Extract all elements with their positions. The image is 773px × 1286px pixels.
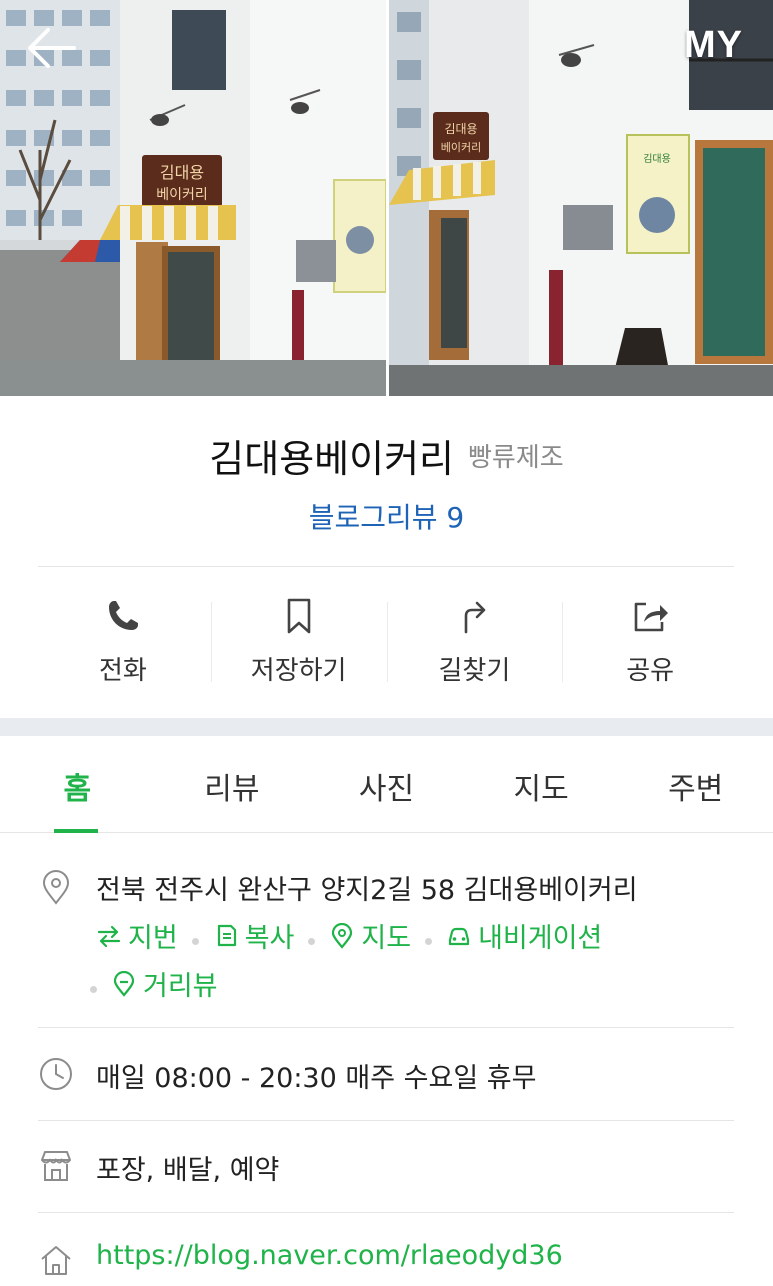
place-title-row: 김대용베이커리 빵류제조 [0, 428, 773, 483]
copy-link[interactable]: 복사 [213, 916, 295, 955]
bookmark-icon [287, 598, 310, 634]
my-button[interactable]: MY [684, 24, 743, 67]
svg-text:김대용: 김대용 [444, 122, 477, 136]
back-arrow-icon [28, 28, 76, 68]
website-link[interactable]: https://blog.naver.com/rlaeodyd36 [96, 1240, 563, 1271]
tab-bar: 홈 리뷰 사진 지도 주변 [0, 736, 773, 833]
street-view-label: 거리뷰 [143, 971, 218, 1002]
hours-section: 매일 08:00 - 20:30 매주 수요일 휴무 [38, 1052, 734, 1102]
separator-dot [308, 937, 316, 945]
separator-dot [425, 937, 433, 945]
street-view-icon [113, 970, 135, 997]
save-button[interactable]: 저장하기 [210, 590, 387, 700]
divider [38, 1027, 734, 1028]
svg-text:김대용: 김대용 [643, 153, 671, 165]
address-links-row1: 지번 복사 지도 내비게이션 [96, 916, 602, 956]
store-icon [41, 1151, 71, 1181]
address-text: 전북 전주시 완산구 양지2길 58 김대용베이커리 [96, 875, 638, 906]
section-separator [0, 718, 773, 736]
map-link[interactable]: 지도 [329, 916, 411, 955]
address-section: 전북 전주시 완산구 양지2길 58 김대용베이커리 지번 복사 지도 내비게이… [38, 860, 734, 1010]
navigation-label: 내비게이션 [478, 923, 603, 954]
divider [38, 1212, 734, 1213]
website-section: https://blog.naver.com/rlaeodyd36 [38, 1236, 734, 1286]
hero-photo-gallery[interactable]: 김대용 베이커리 김대용 베이커리 김대용 MY [0, 0, 773, 396]
share-button[interactable]: 공유 [562, 590, 738, 700]
location-pin-icon [42, 870, 70, 905]
share-icon [634, 602, 669, 632]
divider [38, 1120, 734, 1121]
jibun-link[interactable]: 지번 [96, 916, 178, 955]
directions-button[interactable]: 길찾기 [386, 590, 563, 700]
divider [38, 566, 734, 567]
call-label: 전화 [98, 656, 147, 686]
map-pin-icon [332, 922, 353, 949]
place-category: 빵류제조 [468, 443, 564, 473]
save-label: 저장하기 [250, 656, 347, 686]
navigation-link[interactable]: 내비게이션 [446, 916, 602, 955]
blog-review-link[interactable]: 블로그리뷰 9 [0, 496, 773, 536]
phone-icon [108, 601, 138, 630]
svg-text:베이커리: 베이커리 [441, 141, 481, 154]
jibun-label: 지번 [128, 923, 178, 954]
call-button[interactable]: 전화 [35, 590, 211, 700]
services-section: 포장, 배달, 예약 [38, 1144, 734, 1194]
copy-icon [217, 924, 236, 946]
address-links-row2: 거리뷰 [90, 964, 218, 1004]
share-label: 공유 [626, 656, 675, 686]
home-icon [41, 1246, 71, 1275]
tab-nearby[interactable]: 주변 [618, 736, 773, 832]
back-button[interactable] [24, 24, 80, 72]
action-bar: 전화 저장하기 길찾기 공유 [35, 590, 738, 700]
svg-text:김대용: 김대용 [160, 163, 204, 182]
clock-icon [40, 1058, 72, 1090]
swap-arrows-icon [97, 925, 121, 947]
hours-text: 매일 08:00 - 20:30 매주 수요일 휴무 [96, 1063, 537, 1094]
tab-home[interactable]: 홈 [0, 736, 155, 833]
services-text: 포장, 배달, 예약 [96, 1155, 280, 1186]
place-name: 김대용베이커리 [209, 437, 455, 481]
tab-photos[interactable]: 사진 [309, 736, 464, 832]
street-view-link[interactable]: 거리뷰 [111, 964, 218, 1003]
map-label: 지도 [361, 923, 412, 954]
svg-text:베이커리: 베이커리 [156, 187, 208, 203]
separator-dot [90, 985, 97, 993]
directions-icon [465, 601, 486, 634]
directions-label: 길찾기 [438, 656, 511, 686]
copy-label: 복사 [244, 923, 295, 954]
separator-dot [191, 937, 199, 945]
tab-reviews[interactable]: 리뷰 [155, 736, 310, 832]
car-icon [448, 927, 470, 945]
tab-map[interactable]: 지도 [464, 736, 619, 832]
